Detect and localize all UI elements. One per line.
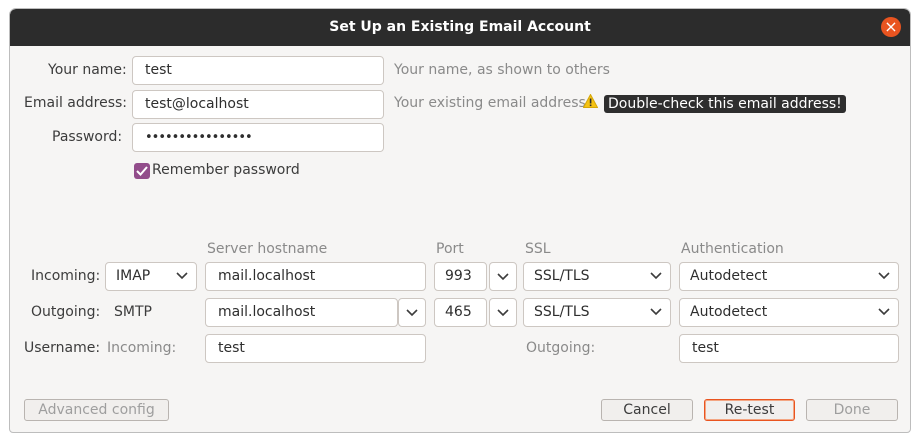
chevron-down-icon [878,308,890,316]
incoming-auth-value: Autodetect [690,268,768,284]
header-authentication: Authentication [681,241,784,257]
chevron-down-icon [497,273,509,281]
chevron-down-icon [878,272,890,280]
incoming-auth-select[interactable]: Autodetect [679,262,899,291]
warning-icon [583,94,598,108]
email-setup-dialog: Set Up an Existing Email Account × Your … [9,8,911,433]
advanced-config-button[interactable]: Advanced config [24,399,169,421]
chevron-down-icon [650,272,662,280]
name-hint: Your name, as shown to others [394,62,610,78]
incoming-hostname-field[interactable]: mail.localhost [205,262,426,291]
retest-button[interactable]: Re-test [704,399,795,421]
header-ssl: SSL [525,241,551,257]
outgoing-port-field[interactable]: 465 [434,298,487,327]
email-field[interactable]: test@localhost [132,90,384,119]
outgoing-ssl-select[interactable]: SSL/TLS [523,298,671,327]
password-label: Password: [52,129,123,145]
chevron-down-icon [406,309,418,317]
incoming-username-field[interactable]: test [205,334,426,363]
chevron-down-icon [497,309,509,317]
incoming-port-dropdown[interactable] [489,262,517,291]
incoming-protocol-value: IMAP [116,268,151,284]
remember-password-label[interactable]: Remember password [152,162,300,178]
cancel-button[interactable]: Cancel [601,399,693,421]
chevron-down-icon [650,308,662,316]
email-label: Email address: [24,95,128,111]
outgoing-username-field[interactable]: test [679,334,899,363]
username-incoming-label: Incoming: [107,340,177,356]
outgoing-port-dropdown[interactable] [489,298,517,327]
outgoing-protocol: SMTP [114,304,152,320]
name-label: Your name: [48,62,127,78]
header-port: Port [436,241,464,257]
incoming-ssl-select[interactable]: SSL/TLS [523,262,671,291]
dialog-title: Set Up an Existing Email Account [329,19,591,35]
incoming-port-field[interactable]: 993 [434,262,487,291]
title-bar: Set Up an Existing Email Account × [10,9,910,46]
checkmark-icon [136,166,148,176]
outgoing-hostname-field[interactable]: mail.localhost [205,298,398,327]
close-button[interactable]: × [881,17,901,37]
outgoing-auth-select[interactable]: Autodetect [679,298,899,327]
chevron-down-icon [176,272,188,280]
email-warning-badge: Double-check this email address! [604,95,846,113]
outgoing-hostname-dropdown[interactable] [398,298,426,327]
outgoing-label: Outgoing: [31,304,101,320]
outgoing-ssl-value: SSL/TLS [534,304,590,320]
close-icon: × [884,17,898,36]
remember-password-checkbox[interactable] [134,163,150,179]
password-field[interactable]: •••••••••••••••• [132,123,384,152]
incoming-label: Incoming: [31,268,101,284]
done-button[interactable]: Done [806,399,898,421]
username-outgoing-label: Outgoing: [526,340,596,356]
name-field[interactable]: test [132,56,384,85]
username-label: Username: [24,340,101,356]
incoming-ssl-value: SSL/TLS [534,268,590,284]
outgoing-auth-value: Autodetect [690,304,768,320]
header-server-hostname: Server hostname [207,241,328,257]
email-hint: Your existing email address [394,95,586,111]
incoming-protocol-select[interactable]: IMAP [105,262,197,291]
